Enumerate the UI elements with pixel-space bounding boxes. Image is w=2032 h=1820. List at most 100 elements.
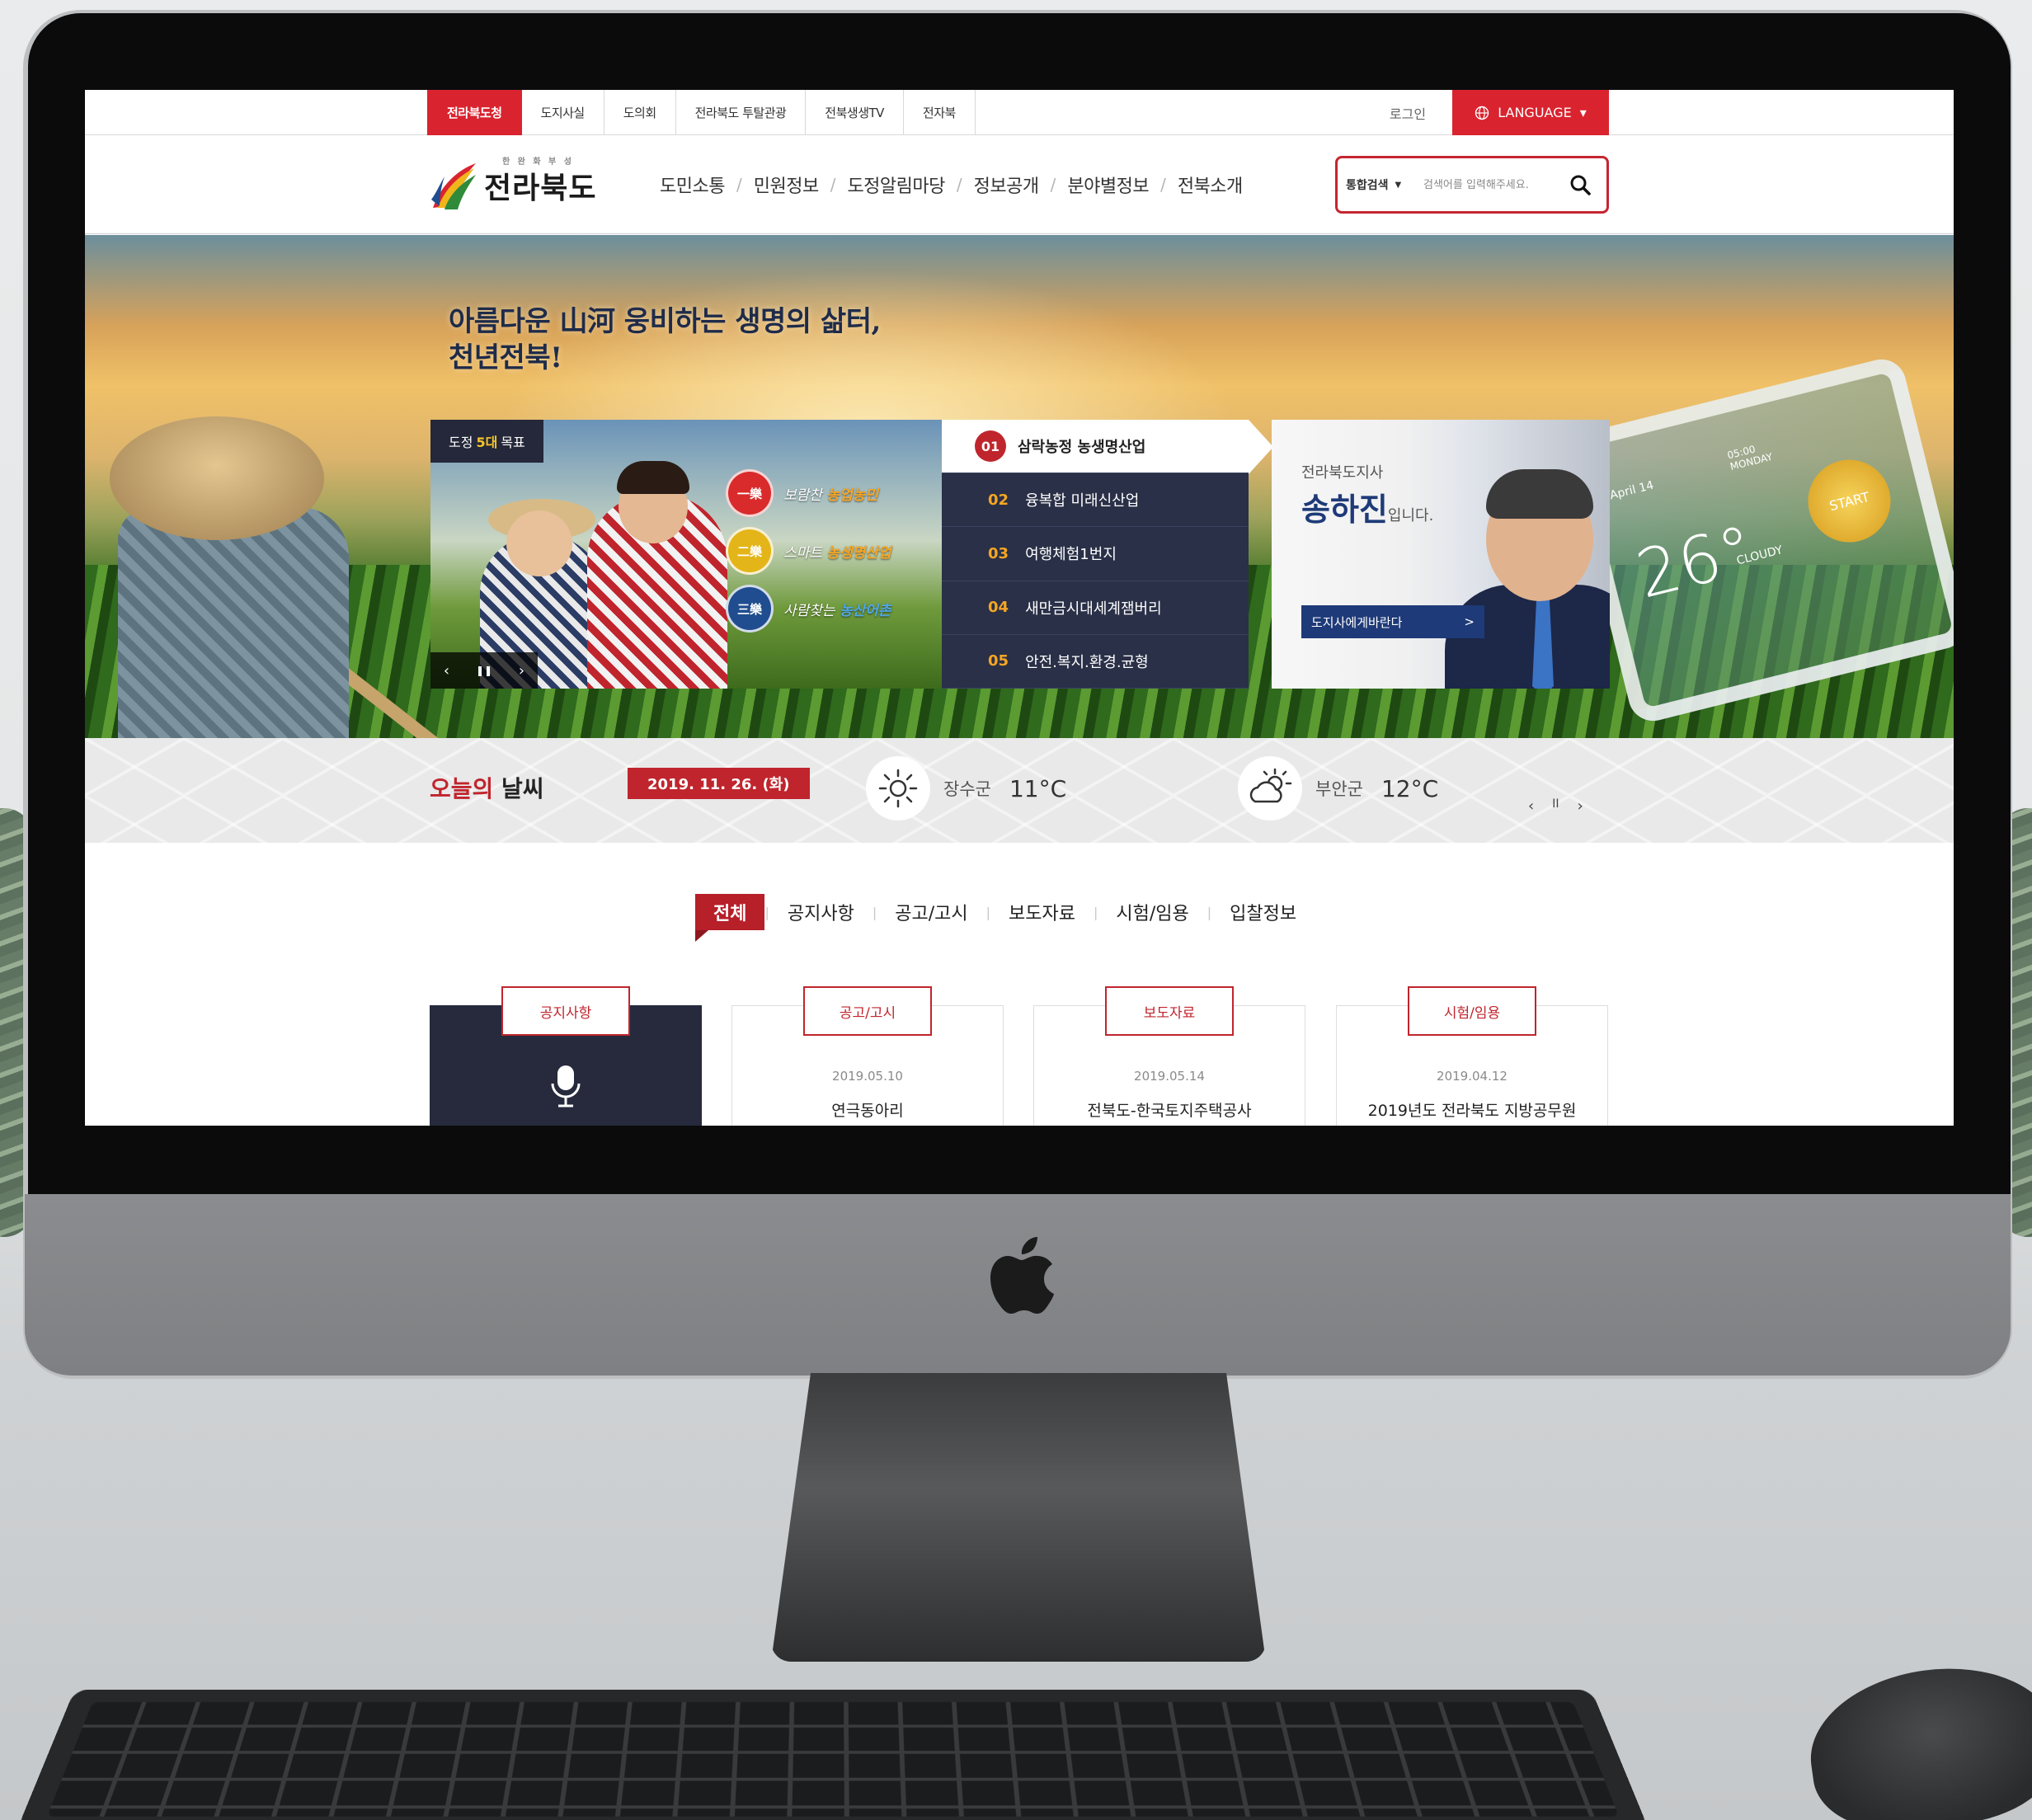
goal-item-5[interactable]: 05 안전.복지.환경.균형: [942, 635, 1249, 689]
nav-divider: /: [830, 175, 836, 195]
governor-panel: 전라북도지사 송하진입니다. 도지사에게바란다 >: [1272, 420, 1610, 689]
login-link[interactable]: 로그인: [1363, 90, 1452, 135]
goal-label: 안전.복지.환경.균형: [1025, 653, 1149, 671]
nav-item-news[interactable]: 도정알림마당: [835, 172, 956, 198]
jeonbuk-logo-mark-icon: [431, 163, 476, 209]
next-slide-button[interactable]: ›: [519, 662, 524, 680]
governor-photo: [1445, 453, 1610, 689]
goal-item-3[interactable]: 03 여행체험1번지: [942, 527, 1249, 581]
caret-down-icon: ▾: [1579, 105, 1587, 120]
board-tabs: 전체 | 공지사항 | 공고/고시 | 보도자료 | 시험/임용 | 입찰정보: [695, 894, 1315, 942]
goal-chip-1: 一樂 보람찬 농업농민: [726, 469, 878, 517]
weather-pause-button[interactable]: II: [1552, 797, 1559, 815]
site-logo[interactable]: 한 완 화 부 성 전라북도: [430, 158, 596, 211]
governor-title: 전라북도지사: [1301, 464, 1384, 482]
weather-prev-button[interactable]: ‹: [1528, 797, 1534, 815]
nav-divider: /: [956, 175, 962, 195]
goal-item-2[interactable]: 02 융복합 미래신산업: [942, 473, 1249, 528]
weather-region: 부안군: [1315, 779, 1363, 799]
pause-slide-button[interactable]: ❚❚: [476, 665, 492, 676]
board-card-exam[interactable]: 시험/임용 2019.04.12 2019년도 전라북도 지방공무원: [1336, 986, 1608, 1126]
card-badge: 공지사항: [501, 986, 630, 1036]
site-tab-tv[interactable]: 전북생생TV: [806, 90, 904, 135]
logo-subtext: 한 완 화 부 성: [502, 158, 574, 167]
weather-temp: 11°C: [1009, 774, 1067, 802]
weather-bar: 오늘의 날씨 2019. 11. 26. (화) 장수군 11°C 부안군 12…: [85, 738, 1954, 843]
logo-text: 한 완 화 부 성 전라북도: [484, 158, 596, 207]
site-tab-ebook[interactable]: 전자북: [904, 90, 976, 135]
utility-bar: 전라북도청 도지사실 도의회 전라북도 투탈관광 전북생생TV 전자북 로그인 …: [85, 90, 1954, 135]
sun-icon: [866, 756, 930, 821]
search-input[interactable]: [1423, 178, 1564, 191]
couple-man-hair: [617, 461, 689, 494]
weather-next-button[interactable]: ›: [1577, 797, 1583, 815]
search-box: 통합검색 ▼: [1335, 156, 1609, 214]
arrow-right-icon: >: [1464, 614, 1475, 629]
nav-divider: /: [1050, 175, 1056, 195]
tab-notice[interactable]: 공지사항: [769, 899, 873, 925]
cloud-sun-icon: [1238, 756, 1302, 821]
hero-slogan: 아름다운 山河 웅비하는 생명의 삶터, 천년전북!: [449, 303, 881, 376]
goals-label-prefix: 도정: [449, 435, 473, 450]
governor-wish-button[interactable]: 도지사에게바란다 >: [1301, 605, 1484, 638]
weather-controls: ‹ II ›: [1528, 797, 1583, 815]
goals-label-suffix: 목표: [501, 435, 525, 450]
tab-exam[interactable]: 시험/임용: [1098, 899, 1206, 925]
site-tab-governor-office[interactable]: 도지사실: [522, 90, 604, 135]
nav-item-field-info[interactable]: 분야별정보: [1056, 172, 1160, 198]
nav-item-about[interactable]: 전북소개: [1166, 172, 1254, 198]
card-date: 2019.05.10: [832, 1069, 903, 1084]
goal-number: 02: [988, 491, 1009, 509]
site-tab-council[interactable]: 도의회: [604, 90, 676, 135]
board-card-announcement[interactable]: 공고/고시 2019.05.10 연극동아리: [731, 986, 1004, 1126]
farmer-figure: [118, 507, 349, 738]
board-card-press[interactable]: 보도자료 2019.05.14 전북도-한국토지주택공사: [1033, 986, 1305, 1126]
chip-text: 사람찾는 농산어촌: [783, 602, 891, 619]
farmer-hat: [110, 416, 324, 540]
site-tab-jeonbuk[interactable]: 전라북도청: [427, 90, 522, 135]
weather-item-1: 장수군 11°C: [866, 756, 1066, 821]
weather-temp: 12°C: [1381, 774, 1439, 802]
goals-label-highlight: 5대: [476, 435, 498, 450]
goals-label: 도정 5대 목표: [430, 420, 543, 463]
chip-badge: 一樂: [726, 469, 774, 517]
card-title: 연극동아리: [831, 1102, 904, 1120]
search-scope-select[interactable]: 통합검색 ▼: [1338, 176, 1423, 193]
keyboard: [16, 1689, 1649, 1820]
tab-bid[interactable]: 입찰정보: [1211, 899, 1315, 925]
goal-chip-3: 三樂 사람찾는 농산어촌: [726, 585, 891, 633]
caret-down-icon: ▼: [1395, 180, 1402, 190]
nav-item-civil-info[interactable]: 민원정보: [742, 172, 830, 198]
apple-logo-icon: [990, 1237, 1054, 1314]
goal-item-4[interactable]: 04 새만금시대세계잼버리: [942, 581, 1249, 635]
language-label: LANGUAGE: [1498, 105, 1572, 120]
nav-divider: /: [736, 175, 742, 195]
nav-item-disclosure[interactable]: 정보공개: [962, 172, 1051, 198]
card-badge: 시험/임용: [1408, 986, 1536, 1036]
site-header: 한 완 화 부 성 전라북도 도민소통 / 민원정보 / 도정알림마당 / 정보…: [85, 135, 1954, 234]
search-scope-label: 통합검색: [1346, 179, 1389, 192]
tab-announcement[interactable]: 공고/고시: [877, 899, 985, 925]
board-card-notice[interactable]: 공지사항: [430, 986, 702, 1126]
tablet-start-badge: START: [1799, 450, 1900, 552]
globe-icon: [1475, 106, 1489, 120]
site-tab-tourism[interactable]: 전라북도 투탈관광: [676, 90, 807, 135]
chip-badge: 三樂: [726, 585, 774, 633]
tab-press[interactable]: 보도자료: [990, 899, 1094, 925]
goal-item-1[interactable]: 01 삼락농정 농생명산업: [942, 420, 1273, 475]
search-icon: [1570, 175, 1591, 195]
nav-item-communication[interactable]: 도민소통: [648, 172, 736, 198]
search-button[interactable]: [1564, 168, 1597, 201]
prev-slide-button[interactable]: ‹: [444, 662, 449, 680]
weather-item-2: 부안군 12°C: [1238, 756, 1438, 821]
governor-name: 송하진입니다.: [1301, 491, 1434, 528]
card-date: 2019.04.12: [1437, 1069, 1508, 1084]
chip-text: 스마트 농생명산업: [783, 544, 891, 562]
language-button[interactable]: LANGUAGE ▾: [1452, 90, 1609, 135]
tab-all[interactable]: 전체: [695, 894, 765, 942]
card-date: 2019.05.14: [1134, 1069, 1205, 1084]
slogan-line-2: 천년전북!: [449, 341, 562, 374]
goal-label: 새만금시대세계잼버리: [1025, 600, 1162, 618]
microphone-icon: [551, 1065, 581, 1108]
card-title: 2019년도 전라북도 지방공무원: [1367, 1102, 1577, 1120]
